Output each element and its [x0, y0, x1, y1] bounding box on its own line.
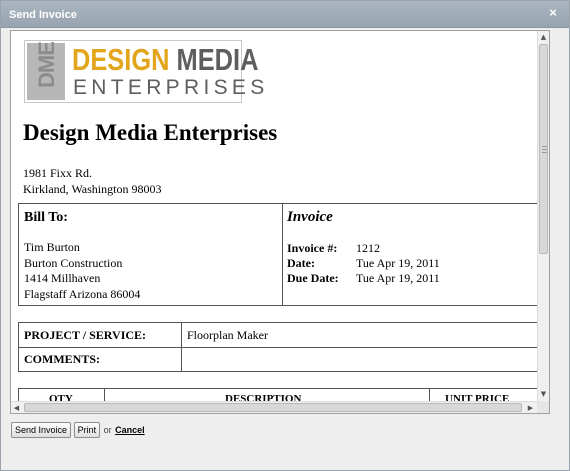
horizontal-scroll-thumb[interactable] — [24, 403, 522, 412]
vertical-scrollbar[interactable]: ▲ ▼ — [537, 31, 549, 401]
bill-to-line: Flagstaff Arizona 86004 — [24, 286, 141, 301]
company-address-line: Kirkland, Washington 98003 — [23, 182, 162, 196]
send-invoice-dialog: Send Invoice × DME DESIGN MEDIA ENTERPRI… — [0, 0, 570, 471]
send-invoice-button[interactable]: Send Invoice — [11, 422, 72, 438]
invoice-number-label: Invoice #: — [287, 241, 338, 255]
scroll-right-arrow-icon[interactable]: ▶ — [525, 402, 536, 413]
close-icon[interactable]: × — [547, 6, 559, 19]
bill-to-line: Tim Burton — [24, 240, 80, 254]
table-column-divider — [429, 389, 430, 401]
invoice-heading: Invoice — [287, 209, 333, 225]
project-column-divider — [181, 323, 182, 371]
bill-to-line: Burton Construction — [24, 255, 123, 270]
project-service-label: PROJECT / SERVICE: — [24, 328, 147, 342]
bill-to-heading: Bill To: — [24, 210, 68, 225]
scrollbar-corner — [537, 401, 549, 413]
company-address-line: 1981 Fixx Rd. — [23, 166, 93, 180]
project-row-divider — [19, 347, 537, 348]
invoice-due-date-row: Due Date: Tue Apr 19, 2011 — [287, 271, 440, 286]
invoice-due-date-label: Due Date: — [287, 271, 339, 285]
scroll-up-arrow-icon[interactable]: ▲ — [538, 31, 549, 43]
project-section: PROJECT / SERVICE: Floorplan Maker COMME… — [18, 322, 537, 372]
project-service-value: Floorplan Maker — [187, 328, 268, 342]
billing-divider — [282, 204, 283, 305]
description-column-header: DESCRIPTION — [225, 393, 302, 401]
comments-label: COMMENTS: — [24, 352, 100, 366]
line-items-table: QTY DESCRIPTION UNIT PRICE — [18, 388, 537, 401]
dialog-actions: Send Invoice Print or Cancel — [11, 422, 145, 438]
invoice-date-value: Tue Apr 19, 2011 — [356, 256, 440, 270]
invoice-date-row: Date: Tue Apr 19, 2011 — [287, 256, 440, 271]
invoice-preview-frame[interactable]: DME DESIGN MEDIA ENTERPRISES Design Medi… — [10, 30, 550, 414]
invoice-document: DME DESIGN MEDIA ENTERPRISES Design Medi… — [11, 31, 537, 401]
scroll-left-arrow-icon[interactable]: ◀ — [11, 402, 22, 413]
company-logo: DME DESIGN MEDIA ENTERPRISES — [24, 40, 264, 103]
invoice-number-value: 1212 — [356, 241, 380, 255]
cancel-link[interactable]: Cancel — [115, 425, 145, 435]
table-column-divider — [104, 389, 105, 401]
vertical-scroll-thumb[interactable] — [539, 44, 548, 254]
print-button[interactable]: Print — [73, 422, 101, 438]
logo-mark: DME — [27, 42, 65, 100]
unit-price-column-header: UNIT PRICE — [445, 393, 510, 401]
logo-wordmark-top: DESIGN MEDIA — [72, 42, 259, 77]
bill-to-address: Tim Burton Burton Construction 1414 Mill… — [24, 240, 140, 302]
logo-wordmark-bottom: ENTERPRISES — [73, 76, 269, 99]
dialog-title: Send Invoice — [9, 9, 77, 21]
qty-column-header: QTY — [49, 393, 73, 401]
company-name: Design Media Enterprises — [23, 120, 278, 145]
invoice-date-label: Date: — [287, 256, 315, 270]
invoice-number-row: Invoice #: 1212 — [287, 241, 380, 256]
horizontal-scrollbar[interactable]: ◀ ▶ — [11, 401, 537, 413]
dialog-titlebar[interactable]: Send Invoice × — [1, 1, 569, 28]
company-address: 1981 Fixx Rd. Kirkland, Washington 98003 — [23, 165, 161, 197]
billing-section: Bill To: Tim Burton Burton Construction … — [18, 203, 537, 306]
bill-to-line: 1414 Millhaven — [24, 271, 101, 285]
invoice-due-date-value: Tue Apr 19, 2011 — [356, 271, 440, 285]
scroll-down-arrow-icon[interactable]: ▼ — [538, 388, 549, 400]
or-text: or — [103, 425, 112, 435]
